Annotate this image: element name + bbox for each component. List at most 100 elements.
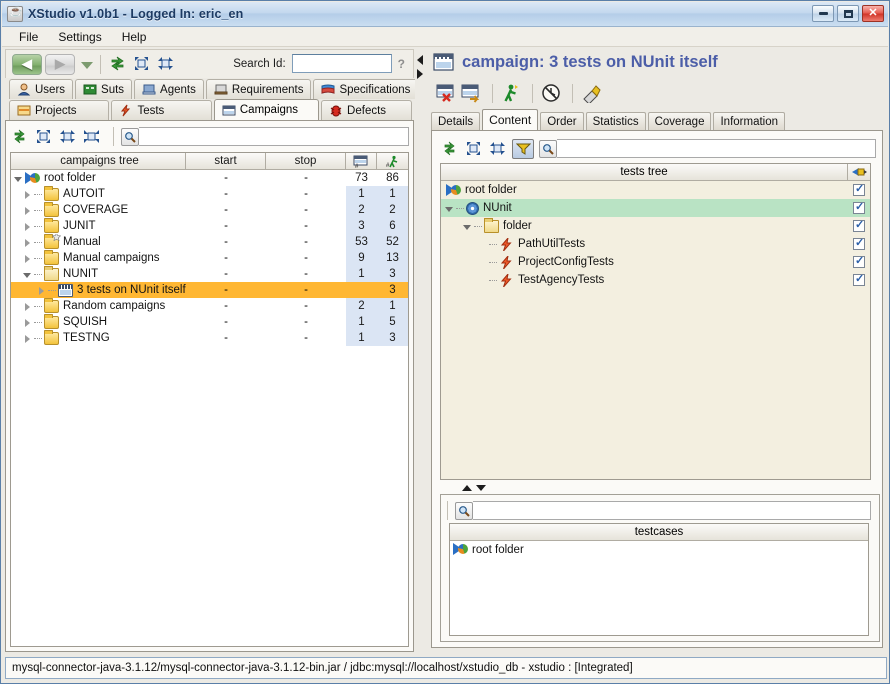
testcases-filter-input[interactable]: [473, 501, 871, 520]
collapse-node-icon[interactable]: [82, 128, 101, 146]
row-checkbox[interactable]: [853, 182, 865, 196]
run-count-icon[interactable]: #: [377, 153, 408, 170]
expand-twisty[interactable]: [23, 270, 32, 279]
tab-users[interactable]: Users: [9, 79, 74, 99]
expand-twisty[interactable]: [23, 334, 32, 343]
tab-content[interactable]: Content: [482, 109, 539, 130]
list-item-selected[interactable]: NUnit: [441, 199, 870, 217]
menu-help[interactable]: Help: [113, 28, 156, 46]
campaign-filter-input[interactable]: [139, 127, 409, 146]
refresh-icon[interactable]: [440, 140, 459, 158]
collapse-left-arrow[interactable]: [417, 55, 423, 65]
collapse-all-icon[interactable]: [58, 128, 77, 146]
collapse-down-arrow[interactable]: [476, 485, 486, 491]
table-row[interactable]: NUNIT - - 1 3: [11, 266, 408, 282]
tab-details[interactable]: Details: [431, 112, 481, 130]
column-testcases[interactable]: testcases: [450, 524, 868, 541]
table-row[interactable]: TESTNG - - 1 3: [11, 330, 408, 346]
help-marker[interactable]: ?: [398, 57, 405, 71]
row-checkbox[interactable]: [853, 200, 865, 214]
schedule-campaign-icon[interactable]: [540, 83, 562, 103]
tests-filter-input[interactable]: [557, 139, 876, 158]
history-dropdown-icon[interactable]: [81, 61, 93, 69]
refresh-icon[interactable]: [10, 128, 29, 146]
table-row[interactable]: AUTOIT - - 1 1: [11, 186, 408, 202]
expand-twisty[interactable]: [37, 286, 46, 295]
row-checkbox[interactable]: [853, 272, 865, 286]
export-campaign-icon[interactable]: [460, 83, 482, 103]
expand-twisty[interactable]: [14, 174, 23, 183]
expand-twisty[interactable]: [23, 238, 32, 247]
list-item[interactable]: ProjectConfigTests: [441, 253, 870, 271]
menu-settings[interactable]: Settings: [49, 28, 110, 46]
expand-all-icon[interactable]: [464, 140, 483, 158]
collapse-all-icon[interactable]: [156, 55, 175, 73]
table-row[interactable]: root folder - - 73 86: [11, 170, 408, 186]
list-item[interactable]: root folder: [441, 181, 870, 199]
table-row[interactable]: Manual campaigns - - 9 13: [11, 250, 408, 266]
column-start[interactable]: start: [186, 153, 266, 170]
expand-twisty[interactable]: [23, 222, 32, 231]
expand-all-icon[interactable]: [132, 55, 151, 73]
select-all-icon[interactable]: [848, 164, 870, 181]
expand-all-icon[interactable]: [34, 128, 53, 146]
tab-projects[interactable]: Projects: [9, 100, 110, 120]
search-icon[interactable]: [455, 501, 473, 520]
row-checkbox[interactable]: [853, 218, 865, 232]
list-item[interactable]: folder: [441, 217, 870, 235]
defect-icon: [329, 104, 343, 117]
expand-twisty[interactable]: [463, 222, 472, 231]
column-campaigns-tree[interactable]: campaigns tree: [11, 153, 186, 170]
menu-file[interactable]: File: [10, 28, 47, 46]
row-checkbox[interactable]: [853, 254, 865, 268]
tab-suts[interactable]: Suts: [75, 79, 133, 99]
row-checkbox[interactable]: [853, 236, 865, 250]
tab-order[interactable]: Order: [540, 112, 584, 130]
maximize-button[interactable]: [837, 5, 859, 22]
vertical-splitter[interactable]: [415, 49, 425, 652]
forward-button[interactable]: ▶: [45, 53, 75, 75]
search-id-input[interactable]: [291, 54, 392, 73]
table-row[interactable]: Manual - - 53 52: [11, 234, 408, 250]
search-icon[interactable]: [539, 139, 557, 158]
tab-agents[interactable]: Agents: [134, 79, 204, 99]
list-item[interactable]: root folder: [450, 541, 868, 558]
back-button[interactable]: ◀: [12, 53, 42, 75]
collapse-all-icon[interactable]: [488, 140, 507, 158]
tab-campaigns[interactable]: Campaigns: [213, 99, 320, 120]
tab-tests[interactable]: Tests: [111, 100, 212, 120]
refresh-tree-icon[interactable]: [108, 55, 127, 73]
table-row-selected[interactable]: 3 tests on NUnit itself - - 3: [11, 282, 408, 298]
list-item[interactable]: TestAgencyTests: [441, 271, 870, 289]
expand-twisty[interactable]: [23, 206, 32, 215]
tab-coverage[interactable]: Coverage: [647, 112, 712, 130]
search-icon[interactable]: [121, 127, 139, 146]
tab-requirements[interactable]: Requirements: [205, 79, 312, 99]
expand-twisty[interactable]: [23, 190, 32, 199]
collapse-up-arrow[interactable]: [462, 485, 472, 491]
table-row[interactable]: Random campaigns - - 2 1: [11, 298, 408, 314]
minimize-button[interactable]: [812, 5, 834, 22]
table-row[interactable]: JUNIT - - 3 6: [11, 218, 408, 234]
table-row[interactable]: SQUISH - - 1 5: [11, 314, 408, 330]
close-button[interactable]: ✕: [862, 5, 884, 22]
campaign-count-icon[interactable]: #: [346, 153, 377, 170]
column-stop[interactable]: stop: [266, 153, 346, 170]
table-row[interactable]: COVERAGE - - 2 2: [11, 202, 408, 218]
tab-specifications[interactable]: Specifications: [313, 79, 419, 99]
delete-campaign-icon[interactable]: [435, 83, 457, 103]
column-tests-tree[interactable]: tests tree: [441, 164, 848, 181]
publish-campaign-icon[interactable]: [580, 83, 602, 105]
filter-toggle-icon[interactable]: [512, 138, 534, 159]
run-campaign-icon[interactable]: [500, 83, 522, 103]
expand-twisty[interactable]: [445, 204, 454, 213]
expand-twisty[interactable]: [23, 318, 32, 327]
tab-defects[interactable]: Defects: [321, 100, 412, 120]
list-item[interactable]: PathUtilTests: [441, 235, 870, 253]
row-label: root folder: [465, 184, 517, 196]
expand-twisty[interactable]: [23, 302, 32, 311]
tab-statistics[interactable]: Statistics: [585, 112, 646, 130]
tab-information[interactable]: Information: [713, 112, 786, 130]
collapse-right-arrow[interactable]: [417, 69, 423, 79]
expand-twisty[interactable]: [23, 254, 32, 263]
